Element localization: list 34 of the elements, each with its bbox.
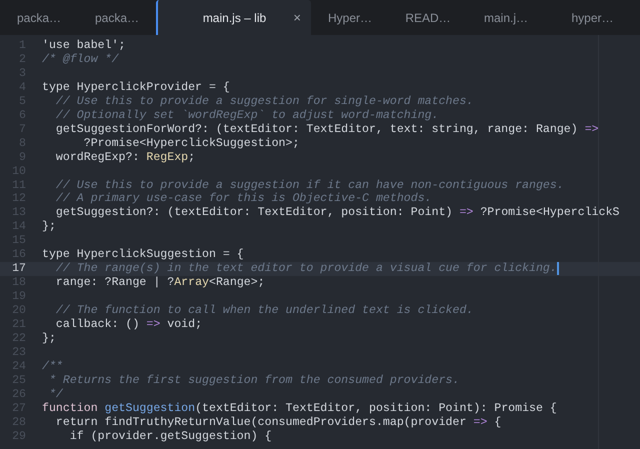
code-line: // Use this to provide a suggestion for single-word matches. <box>54 94 474 109</box>
code-line: getSuggestion?: (textEditor: TextEditor, position: Point) => ?Promise<HyperclickS <box>54 206 620 220</box>
code-line: }; <box>42 220 56 234</box>
code-line: ?Promise<HyperclickSuggestion>; <box>82 136 300 151</box>
editor-tab[interactable]: packa… <box>0 0 78 35</box>
editor-tab[interactable]: hyper… <box>545 0 640 35</box>
editor-tab[interactable]: packa… <box>78 0 156 35</box>
code-line: // The function to call when the underlined text is clicked. <box>54 304 474 318</box>
code-line: }; <box>42 332 56 346</box>
code-line: callback: () => void; <box>54 318 202 332</box>
code-line: * Returns the first suggestion from the consumed providers. <box>48 374 460 388</box>
code-line: // Use this to provide a suggestion if it can have non-contiguous ranges. <box>54 178 564 192</box>
editor-tab[interactable]: READ… <box>389 0 467 35</box>
line-number: 17 <box>11 262 27 276</box>
editor-tab[interactable]: main.j… <box>467 0 545 35</box>
code-line: function getSuggestion(textEditor: TextEditor, position: Point): Promise { <box>42 402 557 416</box>
code-line: // The range(s) in the text editor to provide a visual cue for clicking. <box>54 262 557 276</box>
code-line: /* @flow */ <box>42 52 119 67</box>
code-line: return findTruthyReturnValue(consumedProviders.map(provider => { <box>54 416 502 430</box>
editor-tab[interactable]: main.js – lib × <box>156 0 311 35</box>
code-line: /** <box>42 360 63 374</box>
code-line: 'use babel'; <box>42 39 126 53</box>
editor-tab[interactable]: Hyper… <box>311 0 389 35</box>
code-line: wordRegExp?: RegExp; <box>54 150 196 165</box>
code-line: // A primary use-case for this is Objective-C methods. <box>54 192 432 206</box>
code-line: type HyperclickSuggestion = { <box>42 248 244 262</box>
code-line: if (provider.getSuggestion) { <box>68 430 272 444</box>
code-line: range: ?Range | ?Array<Range>; <box>54 276 265 290</box>
code-line: getSuggestionForWord?: (textEditor: TextEditor, text: string, range: Range) => <box>54 122 599 137</box>
code-line: type HyperclickProvider = { <box>42 80 230 95</box>
close-icon[interactable]: × <box>293 10 301 25</box>
code-line: // Optionally set `wordRegExp` to adjust word-matching. <box>54 108 439 123</box>
code-line: */ <box>48 388 63 402</box>
text-cursor <box>556 262 559 276</box>
